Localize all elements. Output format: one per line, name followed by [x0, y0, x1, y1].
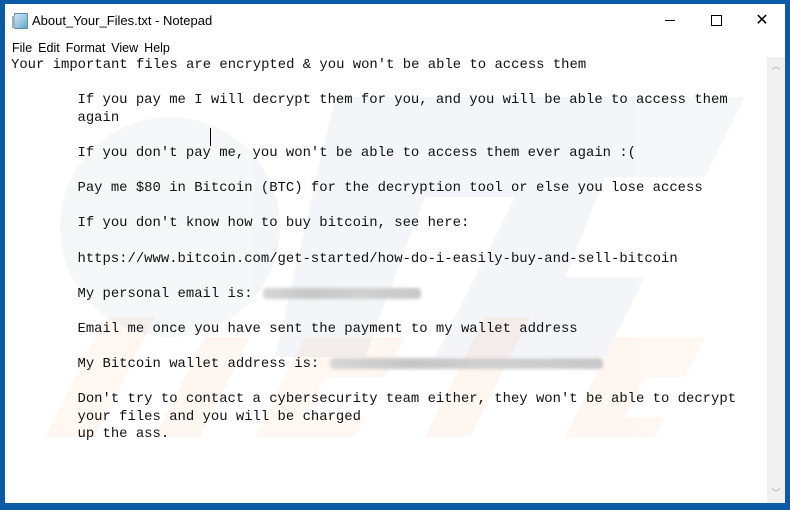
notepad-icon — [12, 13, 28, 29]
text-line: Pay me $80 in Bitcoin (BTC) for the decr… — [11, 180, 736, 198]
text-line — [11, 198, 736, 216]
line-text: If you don't know how to buy bitcoin, se… — [77, 215, 470, 232]
text-line: My personal email is: — [11, 286, 736, 304]
text-line: If you don't know how to buy bitcoin, se… — [11, 215, 736, 233]
text-line — [11, 233, 736, 251]
maximize-button[interactable] — [693, 4, 739, 36]
chevron-up-icon[interactable]: ︿ — [767, 57, 785, 74]
text-line — [11, 127, 736, 145]
minimize-icon — [665, 19, 675, 21]
redacted-email — [262, 287, 421, 299]
line-text: Pay me $80 in Bitcoin (BTC) for the decr… — [77, 180, 703, 197]
minimize-button[interactable] — [647, 4, 693, 36]
menu-bar: File Edit Format View Help — [5, 38, 785, 58]
menu-view[interactable]: View — [108, 41, 141, 55]
menu-help[interactable]: Help — [141, 41, 173, 55]
text-line — [11, 75, 736, 93]
redacted-wallet — [329, 357, 603, 369]
text-line: your files and you will be charged — [11, 409, 736, 427]
line-text: If you pay me I will decrypt them for yo… — [77, 92, 728, 109]
text-line: If you pay me I will decrypt them for yo… — [11, 92, 736, 110]
text-line: Don't try to contact a cybersecurity tea… — [11, 391, 737, 409]
line-text: your files and you will be charged — [77, 408, 361, 425]
text-caret — [210, 128, 211, 146]
menu-edit[interactable]: Edit — [35, 41, 63, 55]
window-title: About_Your_Files.txt - Notepad — [32, 13, 213, 28]
line-text: Email me once you have sent the payment … — [77, 320, 578, 337]
text-line: My Bitcoin wallet address is: — [11, 356, 736, 374]
text-line — [11, 374, 736, 392]
menu-format[interactable]: Format — [63, 41, 109, 55]
line-text: https://www.bitcoin.com/get-started/how-… — [77, 250, 678, 267]
line-text: again — [77, 109, 120, 126]
line-text: My Bitcoin wallet address is: — [77, 356, 328, 373]
text-line: again — [11, 110, 736, 128]
line-text: If you don't pay me, you won't be able t… — [77, 144, 637, 161]
chevron-down-icon[interactable]: ﹀ — [767, 484, 785, 501]
document-text[interactable]: Your important files are encrypted & you… — [11, 57, 736, 444]
text-line: up the ass. — [11, 426, 736, 444]
vertical-scrollbar[interactable]: ︿ ﹀ — [767, 57, 785, 503]
text-line: If you don't pay me, you won't be able t… — [11, 145, 736, 163]
text-line: Your important files are encrypted & you… — [11, 57, 736, 75]
title-bar[interactable]: About_Your_Files.txt - Notepad ✕ — [5, 4, 785, 36]
maximize-icon — [710, 14, 722, 26]
text-line: https://www.bitcoin.com/get-started/how-… — [11, 251, 736, 269]
text-line: Email me once you have sent the payment … — [11, 321, 736, 339]
text-editor-area[interactable]: Your important files are encrypted & you… — [5, 57, 767, 503]
line-text: Your important files are encrypted & you… — [11, 57, 587, 73]
line-text: up the ass. — [77, 426, 170, 443]
menu-file[interactable]: File — [9, 41, 35, 55]
close-button[interactable]: ✕ — [739, 4, 785, 36]
text-line — [11, 303, 736, 321]
text-line — [11, 339, 736, 357]
close-icon: ✕ — [755, 10, 769, 29]
line-text: My personal email is: — [77, 285, 261, 302]
notepad-window: About_Your_Files.txt - Notepad ✕ File Ed… — [5, 4, 785, 503]
text-line — [11, 268, 736, 286]
text-line — [11, 163, 736, 181]
line-text: Don't try to contact a cybersecurity tea… — [77, 391, 737, 408]
